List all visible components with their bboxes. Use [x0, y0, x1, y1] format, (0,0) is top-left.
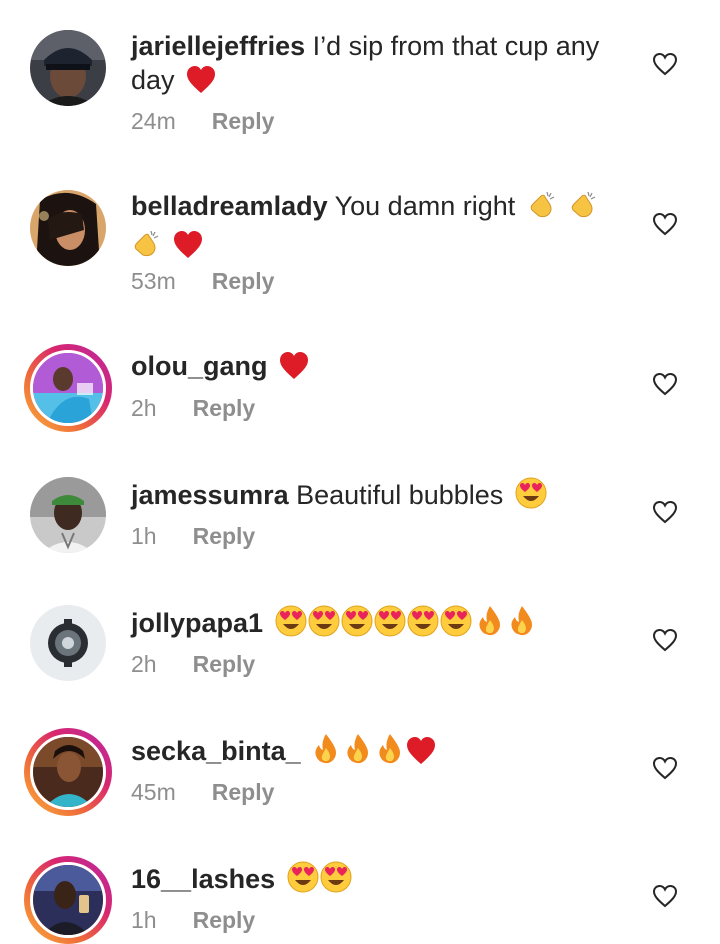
avatar[interactable]: [30, 605, 106, 681]
reply-button[interactable]: Reply: [193, 907, 256, 933]
clapping-hands-emoji: [568, 190, 598, 228]
avatar[interactable]: [30, 190, 106, 266]
heart-eyes-face-emoji: [341, 605, 373, 645]
heart-outline-icon[interactable]: [652, 500, 678, 524]
reply-button[interactable]: Reply: [212, 268, 275, 294]
heart-eyes-face-emoji: [374, 605, 406, 645]
fire-emoji: [508, 605, 536, 645]
comment-timestamp: 1h: [131, 907, 157, 933]
clapping-hands-emoji: [131, 229, 161, 267]
reply-button[interactable]: Reply: [193, 651, 256, 677]
heart-eyes-face-emoji: [407, 605, 439, 645]
fire-emoji: [344, 733, 372, 773]
avatar[interactable]: [30, 477, 106, 553]
heart-outline-icon[interactable]: [652, 884, 678, 908]
heart-outline-icon[interactable]: [652, 628, 678, 652]
avatar: [30, 350, 106, 426]
comment-timestamp: 53m: [131, 268, 176, 294]
heart-outline-icon[interactable]: [652, 212, 678, 236]
comment-username[interactable]: 16__lashes: [131, 864, 275, 894]
heart-eyes-face-emoji: [308, 605, 340, 645]
red-heart-emoji: [279, 352, 309, 388]
heart-outline-icon[interactable]: [652, 756, 678, 780]
comment-text: Beautiful bubbles: [296, 480, 504, 510]
red-heart-emoji: [186, 66, 216, 102]
fire-emoji: [312, 733, 340, 773]
heart-eyes-face-emoji: [440, 605, 472, 645]
comment-timestamp: 24m: [131, 108, 176, 134]
fire-emoji: [376, 733, 404, 773]
reply-button[interactable]: Reply: [212, 779, 275, 805]
heart-outline-icon[interactable]: [652, 372, 678, 396]
comment-timestamp: 2h: [131, 395, 157, 421]
comment-username[interactable]: jamessumra: [131, 480, 289, 510]
heart-eyes-face-emoji: [287, 861, 319, 901]
avatar: [30, 862, 106, 938]
reply-button[interactable]: Reply: [193, 523, 256, 549]
red-heart-emoji: [406, 737, 436, 773]
heart-eyes-face-emoji: [275, 605, 307, 645]
comment-username[interactable]: jariellejeffries: [131, 31, 305, 61]
comment-timestamp: 45m: [131, 779, 176, 805]
comment-username[interactable]: secka_binta_: [131, 736, 301, 766]
comment-text: You damn right: [334, 191, 516, 221]
story-ring-avatar[interactable]: [24, 728, 112, 816]
story-ring-avatar[interactable]: [24, 344, 112, 432]
heart-eyes-face-emoji: [320, 861, 352, 901]
reply-button[interactable]: Reply: [193, 395, 256, 421]
avatar[interactable]: [30, 30, 106, 106]
comment-timestamp: 1h: [131, 523, 157, 549]
comment-username[interactable]: belladreamlady: [131, 191, 328, 221]
heart-outline-icon[interactable]: [652, 52, 678, 76]
comment-username[interactable]: jollypapa1: [131, 608, 263, 638]
comment-timestamp: 2h: [131, 651, 157, 677]
clapping-hands-emoji: [527, 190, 557, 228]
red-heart-emoji: [173, 231, 203, 267]
heart-eyes-face-emoji: [515, 477, 547, 517]
fire-emoji: [476, 605, 504, 645]
reply-button[interactable]: Reply: [212, 108, 275, 134]
story-ring-avatar[interactable]: [24, 856, 112, 944]
comment-username[interactable]: olou_gang: [131, 351, 268, 381]
avatar: [30, 734, 106, 810]
